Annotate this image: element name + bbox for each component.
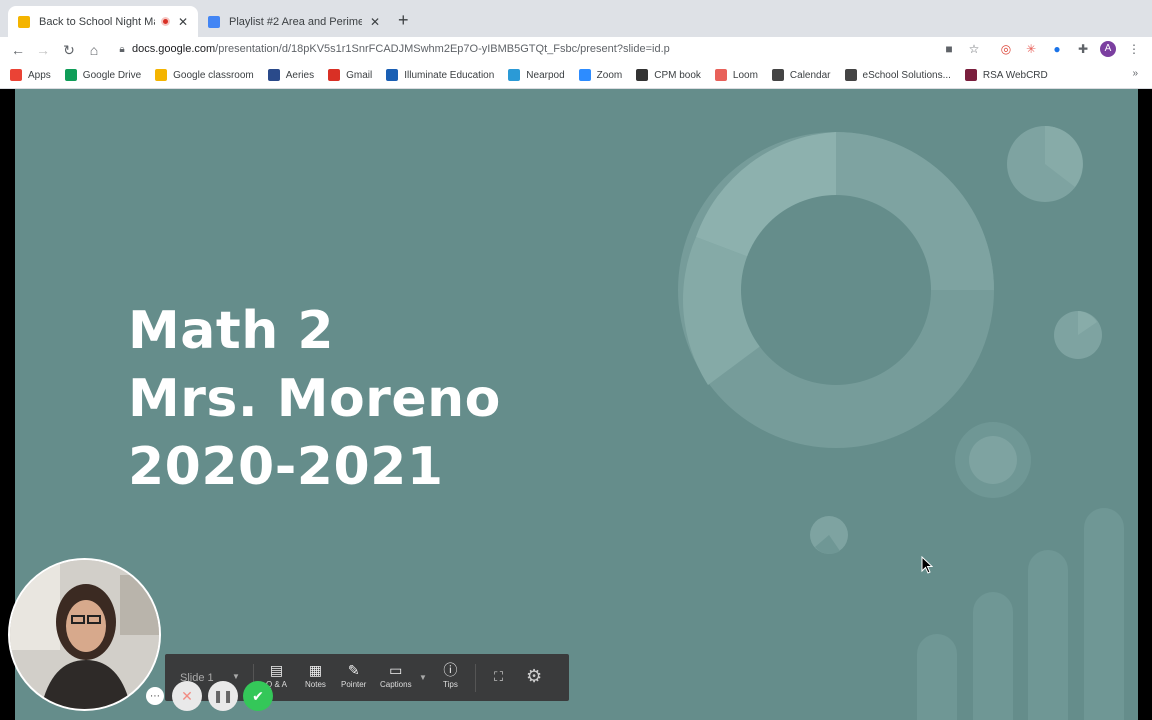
pointer-button[interactable]: ✎ Pointer [341,662,366,689]
gmail-icon [328,69,341,81]
bookmark-label: Calendar [789,69,831,81]
tab-strip: Back to School Night Math ✕ Playlist #2 … [0,0,1152,37]
globe-icon [771,69,784,81]
bookmark-item[interactable]: Illuminate Education [386,69,494,81]
chevron-down-icon[interactable]: ▼ [419,673,427,682]
fullscreen-icon[interactable]: ⛶ [494,669,503,685]
bookmark-item[interactable]: Aeries [267,69,315,81]
loom-icon [714,69,727,81]
tab-playlist[interactable]: Playlist #2 Area and Perimeter ✕ [198,6,390,37]
bookmark-label: Apps [28,69,51,81]
captions-button[interactable]: ▭ Captions [380,662,412,689]
close-icon[interactable]: ✕ [178,15,188,29]
loom-extension-icon[interactable]: ✳ [1023,41,1039,57]
recording-icon [160,17,170,26]
cancel-recording-button[interactable]: ✕ [172,681,202,711]
bookmark-item[interactable]: Calendar [771,69,831,81]
divider [475,664,476,692]
browser-chrome: Back to School Night Math ✕ Playlist #2 … [0,0,1152,89]
back-arrow-icon[interactable]: ← [8,40,28,60]
bookmark-item[interactable]: Gmail [328,69,372,81]
apps-grid-icon [10,69,22,81]
pointer-icon: ✎ [347,662,360,678]
webcam-bubble[interactable] [8,558,161,711]
reload-icon[interactable]: ↻ [59,40,79,60]
slides-favicon-icon [18,15,30,28]
tab-back-to-school[interactable]: Back to School Night Math ✕ [8,6,198,37]
tab-title: Back to School Night Math [39,15,155,28]
bookmark-label: Gmail [346,69,373,81]
tab-title: Playlist #2 Area and Perimeter [229,15,362,28]
extension-icon[interactable]: ◎ [998,41,1014,57]
bookmark-label: eSchool Solutions... [862,69,951,81]
bookmark-item[interactable]: eSchool Solutions... [844,69,951,81]
new-tab-icon[interactable]: + [398,10,409,31]
bookmark-item[interactable]: Loom [714,69,758,81]
close-icon[interactable]: ✕ [370,15,380,29]
docs-favicon-icon [208,15,220,28]
lock-icon: 🔒︎ [119,43,125,55]
bookmark-label: Zoom [596,69,623,81]
url-host: docs.google.com [132,43,216,55]
bookmark-item[interactable]: CPM book [636,69,701,81]
illuminate-icon [386,69,399,81]
camera-icon[interactable]: ■ [941,41,957,57]
mouse-cursor-icon [921,556,933,574]
nearpod-icon [508,69,521,81]
bookmark-label: Aeries [285,69,315,81]
bookmark-label: Google classroom [173,69,254,81]
tips-button[interactable]: ⓘ Tips [443,662,458,689]
notes-button[interactable]: ▦ Notes [305,662,326,689]
bookmarks-bar: Apps Google Drive Google classroom Aeries Gm… [0,64,1152,86]
presentation-slide[interactable]: Math 2 Mrs. Moreno 2020-2021 [15,89,1138,720]
notes-icon: ▦ [308,662,323,678]
bookmark-item[interactable]: RSA WebCRD [964,69,1048,81]
title-line: Mrs. Moreno [128,369,501,429]
chevron-down-icon[interactable]: ▼ [232,672,240,681]
extension-icon[interactable]: ● [1049,41,1065,57]
presenter-video [10,560,159,709]
classroom-icon [155,69,168,81]
gear-icon[interactable]: ⚙ [526,666,542,687]
url-path: /presentation/d/18pKV5s1r1SnrFCADJMSwhm2… [215,43,670,55]
title-line: Math 2 [128,301,334,361]
forward-arrow-icon[interactable]: → [33,40,53,60]
bookmark-label: Google Drive [82,69,142,81]
chevron-more-icon[interactable]: » [1132,68,1138,79]
bookmark-item[interactable]: Google Drive [64,69,142,81]
zoom-icon [578,69,591,81]
browser-toolbar: ← → ↻ ⌂ 🔒︎ docs.google.com/presentation/… [0,37,1152,63]
info-icon: ⓘ [443,662,458,678]
profile-avatar[interactable]: A [1100,41,1116,57]
finish-recording-button[interactable]: ✔ [243,681,273,711]
puzzle-icon[interactable]: ✚ [1075,41,1091,57]
address-bar[interactable]: 🔒︎ docs.google.com/presentation/d/18pKV5… [112,38,992,60]
slide-title: Math 2 Mrs. Moreno 2020-2021 [128,297,501,501]
bookmark-label: CPM book [654,69,701,81]
bookmark-item[interactable]: Nearpod [508,69,565,81]
captions-icon: ▭ [389,662,403,678]
cpm-icon [636,69,649,81]
bookmark-label: RSA WebCRD [982,69,1048,81]
more-options-icon[interactable]: ⋯ [146,687,164,705]
bookmark-item[interactable]: Zoom [578,69,623,81]
rsa-icon [964,69,977,81]
bookmark-label: Loom [732,69,758,81]
bookmark-label: Nearpod [526,69,565,81]
bookmark-item[interactable]: Apps [10,69,51,81]
drive-icon [64,69,77,81]
bookmark-star-icon[interactable]: ☆ [966,41,982,57]
globe-icon [844,69,857,81]
home-icon[interactable]: ⌂ [84,40,104,60]
title-line: 2020-2021 [128,437,444,497]
qa-button[interactable]: ▤ Q & A [266,662,287,689]
qa-icon: ▤ [269,662,284,678]
bookmark-item[interactable]: Google classroom [155,69,254,81]
bookmark-label: Illuminate Education [404,69,495,81]
menu-kebab-icon[interactable]: ⋮ [1126,41,1142,57]
aeries-icon [267,69,280,81]
pause-button[interactable]: ❚❚ [208,681,238,711]
